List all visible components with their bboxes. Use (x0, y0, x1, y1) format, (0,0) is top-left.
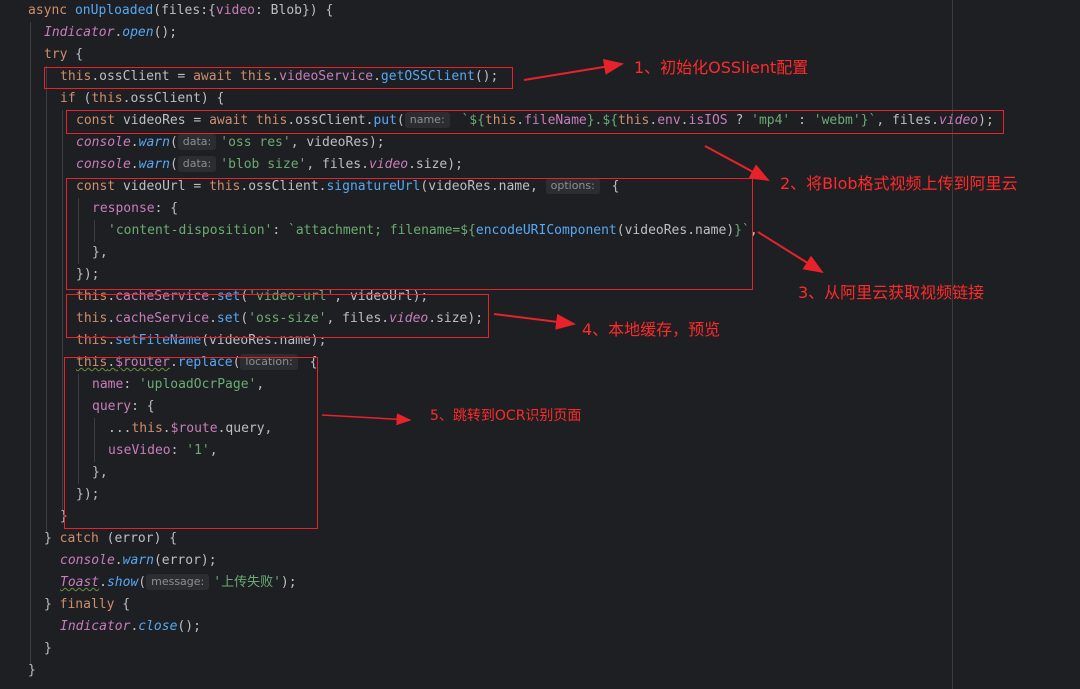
annotation-label-2: 2、将Blob格式视频上传到阿里云 (780, 174, 1018, 193)
annotation-label-1: 1、初始化OSSlient配置 (634, 58, 809, 77)
arrow-4 (493, 313, 576, 330)
annotation-label-5: 5、跳转到OCR识别页面 (430, 408, 582, 424)
annotation-arrows (321, 59, 824, 426)
arrow-5 (321, 413, 412, 426)
arrow-1 (523, 59, 624, 81)
arrow-2 (704, 145, 770, 181)
annotation-label-4: 4、本地缓存，预览 (582, 320, 721, 339)
code-editor[interactable]: async onUploaded(files:{video: Blob}) { … (0, 0, 1080, 689)
arrow-3 (757, 231, 824, 274)
annotation-label-3: 3、从阿里云获取视频链接 (798, 283, 985, 302)
